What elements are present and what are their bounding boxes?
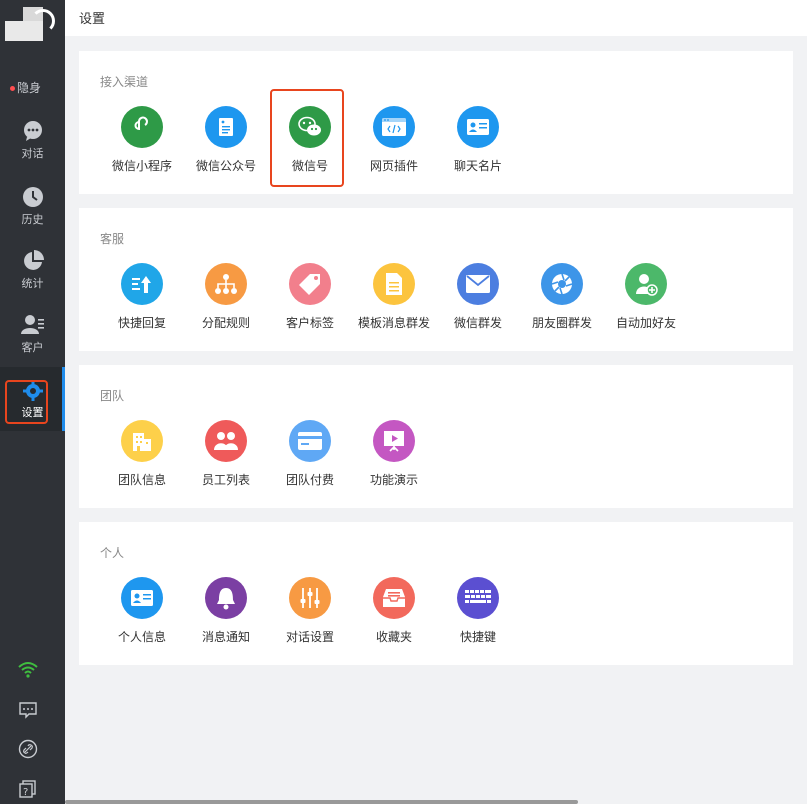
item-official-account[interactable]: 微信公众号 [184, 106, 268, 174]
sidebar-item-customer[interactable]: 客户 [0, 314, 65, 370]
message-icon[interactable] [18, 700, 38, 720]
clock-icon [22, 187, 43, 207]
status-indicator[interactable]: 隐身 [10, 79, 41, 96]
credit-card-icon [289, 420, 331, 462]
item-label: 个人信息 [117, 630, 166, 644]
item-moments-broadcast[interactable]: 朋友圈群发 [520, 263, 604, 331]
presentation-icon [373, 420, 415, 462]
section-title: 个人 [100, 546, 125, 560]
item-label: 微信群发 [453, 316, 502, 330]
business-card-icon [457, 106, 499, 148]
sidebar-item-settings[interactable]: 设置 [0, 367, 65, 431]
quick-reply-icon [121, 263, 163, 305]
item-label: 微信小程序 [111, 159, 172, 173]
building-icon [121, 420, 163, 462]
aperture-icon [541, 263, 583, 305]
section-title: 接入渠道 [100, 75, 149, 89]
item-shortcuts[interactable]: 快捷键 [436, 577, 520, 645]
sidebar-item-stats[interactable]: 统计 [0, 250, 65, 306]
item-label: 快捷回复 [117, 316, 166, 330]
customer-icon [20, 315, 44, 334]
item-label: 微信公众号 [195, 159, 256, 173]
item-label: 网页插件 [369, 159, 418, 173]
people-icon [205, 420, 247, 462]
mini-program-icon [121, 106, 163, 148]
add-friend-icon [625, 263, 667, 305]
highlight-box [5, 380, 48, 424]
official-account-icon [205, 106, 247, 148]
item-business-card[interactable]: 聊天名片 [436, 106, 520, 174]
item-label: 模板消息群发 [357, 316, 430, 330]
item-feature-demo[interactable]: 功能演示 [352, 420, 436, 488]
org-chart-icon [205, 263, 247, 305]
tag-icon [289, 263, 331, 305]
section-title: 团队 [100, 389, 125, 403]
item-label: 朋友圈群发 [531, 316, 592, 330]
item-quick-reply[interactable]: 快捷回复 [100, 263, 184, 331]
item-label: 快捷键 [459, 630, 496, 644]
active-indicator [62, 367, 65, 431]
item-customer-tags[interactable]: 客户标签 [268, 263, 352, 331]
item-template-broadcast[interactable]: 模板消息群发 [352, 263, 436, 331]
item-team-info[interactable]: 团队信息 [100, 420, 184, 488]
item-staff-list[interactable]: 员工列表 [184, 420, 268, 488]
wifi-icon[interactable] [18, 660, 38, 680]
item-label: 对话设置 [285, 630, 334, 644]
item-label: 团队付费 [285, 473, 334, 487]
item-label: 员工列表 [201, 473, 250, 487]
mail-icon [457, 263, 499, 305]
status-label: 隐身 [17, 81, 42, 95]
status-dot [10, 86, 15, 91]
item-team-payment[interactable]: 团队付费 [268, 420, 352, 488]
sidebar-item-label: 客户 [21, 341, 44, 354]
section-channels: 接入渠道 微信小程序 微信公众号 微信号 网页插件 聊天名片 [79, 51, 793, 194]
item-label: 分配规则 [201, 316, 250, 330]
svg-text:?: ? [23, 787, 28, 798]
page-title: 设置 [79, 12, 106, 27]
pie-chart-icon [23, 250, 44, 270]
highlight-box [270, 89, 344, 187]
web-plugin-icon [373, 106, 415, 148]
item-wechat-broadcast[interactable]: 微信群发 [436, 263, 520, 331]
item-label: 聊天名片 [453, 159, 502, 173]
item-personal-info[interactable]: 个人信息 [100, 577, 184, 645]
logo [5, 7, 55, 43]
item-chat-settings[interactable]: 对话设置 [268, 577, 352, 645]
section-team: 团队 团队信息 员工列表 团队付费 功能演示 [79, 365, 793, 508]
section-customer-service: 客服 快捷回复 分配规则 客户标签 模板消息群发 微信群发 朋友圈群发 自动加好… [79, 208, 793, 351]
link-icon[interactable] [18, 739, 38, 759]
header: 设置 [65, 0, 807, 36]
help-icon[interactable]: ? [18, 779, 38, 799]
chat-bubble-icon [23, 121, 42, 141]
keyboard-icon [457, 577, 499, 619]
sidebar-item-chat[interactable]: 对话 [0, 120, 65, 176]
sliders-icon [289, 577, 331, 619]
sidebar-item-label: 历史 [21, 213, 44, 226]
item-label: 客户标签 [285, 316, 334, 330]
sidebar-item-label: 统计 [21, 277, 44, 290]
item-label: 团队信息 [117, 473, 166, 487]
item-auto-add-friend[interactable]: 自动加好友 [604, 263, 688, 331]
horizontal-scrollbar[interactable] [65, 800, 578, 804]
sidebar-item-label: 对话 [21, 147, 44, 160]
section-personal: 个人 个人信息 消息通知 对话设置 收藏夹 快捷键 [79, 522, 793, 665]
item-web-plugin[interactable]: 网页插件 [352, 106, 436, 174]
id-card-icon [121, 577, 163, 619]
item-favorites[interactable]: 收藏夹 [352, 577, 436, 645]
item-assign-rules[interactable]: 分配规则 [184, 263, 268, 331]
item-label: 收藏夹 [375, 630, 412, 644]
sidebar-item-history[interactable]: 历史 [0, 186, 65, 242]
sidebar: 隐身 对话 历史 统计 客户 设置 ? [0, 0, 65, 804]
bell-icon [205, 577, 247, 619]
inbox-icon [373, 577, 415, 619]
document-icon [373, 263, 415, 305]
item-mini-program[interactable]: 微信小程序 [100, 106, 184, 174]
item-label: 功能演示 [369, 473, 418, 487]
section-title: 客服 [100, 232, 125, 246]
item-label: 消息通知 [201, 630, 250, 644]
item-notifications[interactable]: 消息通知 [184, 577, 268, 645]
item-label: 自动加好友 [615, 316, 676, 330]
